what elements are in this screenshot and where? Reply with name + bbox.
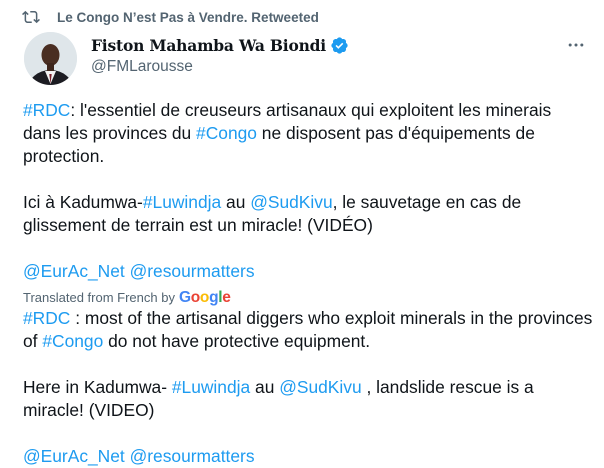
mention-link[interactable]: @SudKivu — [279, 377, 361, 397]
verified-badge-icon[interactable] — [330, 36, 349, 55]
translated-mentions: @EurAc_Net @resourmatters — [23, 445, 593, 468]
tweet-text: Ici à Kadumwa- — [23, 192, 143, 212]
translation-note: Translated from French by — [23, 289, 175, 305]
hashtag-link[interactable]: #RDC — [23, 100, 70, 120]
display-name[interactable]: Fiston Mahamba Wa Biondi — [91, 36, 326, 55]
retweet-icon — [22, 10, 40, 24]
hashtag-link[interactable]: #Congo — [42, 331, 103, 351]
tweet-paragraph-2: Ici à Kadumwa-#Luwindja au @SudKivu, le … — [23, 191, 593, 237]
mention-link[interactable]: @resourmatters — [130, 261, 255, 281]
translation-attribution: Translated from French by Google — [23, 287, 593, 307]
tweet-mentions: @EurAc_Net @resourmatters — [23, 260, 593, 283]
more-dots-icon — [568, 43, 584, 47]
hashtag-link[interactable]: #Luwindja — [143, 192, 221, 212]
translated-paragraph-1: #RDC : most of the artisanal diggers who… — [23, 307, 593, 353]
mention-link[interactable]: @SudKivu — [250, 192, 332, 212]
retweet-label: Le Congo N’est Pas à Vendre. Retweeted — [57, 9, 319, 25]
tweet-text: au — [250, 377, 280, 397]
hashtag-link[interactable]: #Luwindja — [172, 377, 250, 397]
tweet-text: au — [221, 192, 251, 212]
mention-link[interactable]: @EurAc_Net — [23, 261, 125, 281]
tweet-header: Fiston Mahamba Wa Biondi @FMLarousse — [91, 34, 594, 76]
tweet-paragraph-1: #RDC: l'essentiel de creuseurs artisanau… — [23, 99, 593, 168]
mention-link[interactable]: @EurAc_Net — [23, 446, 125, 466]
user-handle[interactable]: @FMLarousse — [91, 58, 594, 76]
tweet-text: do not have protective equipment. — [103, 331, 371, 351]
retweet-indicator[interactable]: Le Congo N’est Pas à Vendre. Retweeted — [22, 6, 319, 28]
tweet-text: Here in Kadumwa- — [23, 377, 172, 397]
avatar[interactable] — [24, 32, 77, 85]
tweet-body: #RDC: l'essentiel de creuseurs artisanau… — [23, 99, 593, 468]
translated-paragraph-2: Here in Kadumwa- #Luwindja au @SudKivu ,… — [23, 376, 593, 422]
hashtag-link[interactable]: #Congo — [196, 123, 257, 143]
mention-link[interactable]: @resourmatters — [130, 446, 255, 466]
hashtag-link[interactable]: #RDC — [23, 308, 70, 328]
more-options-button[interactable] — [564, 36, 588, 54]
google-logo[interactable]: Google — [179, 286, 231, 309]
